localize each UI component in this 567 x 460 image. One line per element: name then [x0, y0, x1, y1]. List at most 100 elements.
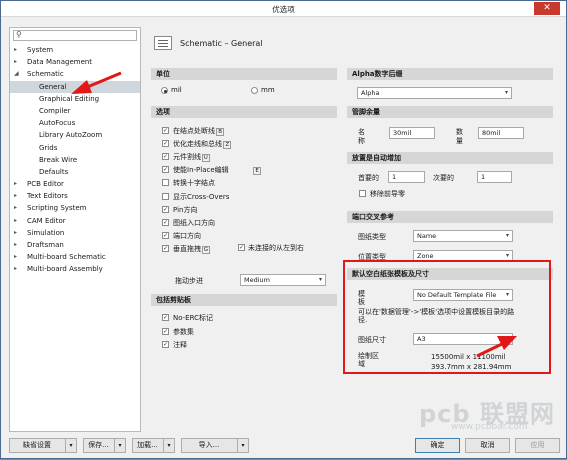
option-checkbox[interactable]	[162, 179, 169, 187]
tree-item-label: System	[27, 46, 54, 54]
tree-item-draftsman[interactable]: ▸ Draftsman	[10, 239, 140, 251]
close-icon[interactable]: ✕	[534, 2, 560, 15]
option-label: 使能In-Place编辑	[173, 166, 229, 175]
tree-item-label: Multi-board Schematic	[27, 253, 106, 262]
tree-item-label: Defaults	[39, 167, 69, 176]
tree-item-break-wire[interactable]: Break Wire	[10, 154, 140, 166]
expand-icon[interactable]: ▸	[14, 190, 17, 202]
chevron-down-icon[interactable]: ▾	[163, 439, 174, 452]
unconnected-left-to-right-checkbox[interactable]: ✓	[238, 244, 245, 251]
tree-item-label: Data Management	[27, 58, 93, 67]
unit-mm-radio[interactable]	[251, 87, 258, 94]
expand-icon[interactable]: ▸	[14, 227, 17, 239]
pin-number-margin-field[interactable]: 80mil	[478, 127, 524, 139]
tree-item-text-editors[interactable]: ▸ Text Editors	[10, 190, 140, 202]
option-checkbox[interactable]: ✓	[162, 218, 169, 226]
option-checkbox[interactable]	[162, 192, 169, 200]
sheet-type-label: 图纸类型	[358, 233, 386, 241]
expand-icon[interactable]: ▸	[14, 251, 17, 263]
tree-item-scripting-system[interactable]: ▸ Scripting System	[10, 202, 140, 214]
clipboard-label: No-ERC标记	[173, 314, 214, 322]
expand-icon[interactable]: ▸	[14, 239, 17, 251]
tree-item-graphical-editing[interactable]: Graphical Editing	[10, 93, 140, 105]
tree-item-label: Graphical Editing	[39, 94, 100, 103]
option-checkbox[interactable]: ✓	[162, 231, 169, 239]
expand-icon[interactable]: ▸	[14, 44, 17, 56]
pin-name-label: 名称	[358, 128, 365, 145]
drag-step-label: 拖动步进	[175, 277, 203, 285]
chevron-down-icon[interactable]: ▾	[65, 439, 76, 452]
expand-icon[interactable]: ▸	[14, 215, 17, 227]
primary-increment-field[interactable]: 1	[388, 171, 425, 183]
remove-leading-zeros-checkbox[interactable]	[359, 190, 366, 197]
option-checkbox[interactable]: ✓	[162, 166, 169, 174]
tree-item-multi-board-schematic[interactable]: ▸ Multi-board Schematic	[10, 251, 140, 263]
option-label: 转换十字结点	[173, 179, 215, 188]
clipboard-checkbox[interactable]: ✓	[162, 341, 169, 348]
search-input[interactable]: ⚲	[13, 30, 137, 41]
location-type-value: Zone	[417, 252, 434, 260]
unit-mm-label: mm	[261, 86, 275, 94]
category-tree-panel: ⚲ ▸ System ▸ Data Management ◢ Schematic Gener…	[9, 27, 141, 432]
pin-name-margin-field[interactable]: 30mil	[389, 127, 435, 139]
option-checkbox[interactable]: ✓	[162, 140, 169, 148]
option-label: Pin方向	[173, 205, 198, 214]
tree-item-compiler[interactable]: Compiler	[10, 105, 140, 117]
load-button[interactable]: 加载... ▾	[132, 438, 175, 453]
chevron-down-icon[interactable]: ▾	[237, 439, 248, 452]
drag-step-select[interactable]: Medium ▾	[240, 274, 326, 286]
option-checkbox[interactable]: ✓	[162, 244, 169, 252]
clipboard-checkbox[interactable]: ✓	[162, 314, 169, 321]
tree-item-pcb-editor[interactable]: ▸ PCB Editor	[10, 178, 140, 190]
tree-item-grids[interactable]: Grids	[10, 142, 140, 154]
expand-icon[interactable]: ▸	[14, 56, 17, 68]
option-hotkey: G	[201, 245, 211, 254]
option-checkbox[interactable]: ✓	[162, 205, 169, 213]
tree-item-general[interactable]: General	[10, 80, 140, 93]
option-label: 优化走线和总线	[173, 140, 222, 149]
cancel-button[interactable]: 取消	[465, 438, 510, 453]
clipboard-label: 参数集	[173, 327, 194, 336]
clipboard-label: 注释	[173, 341, 187, 349]
option-checkbox[interactable]: ✓	[162, 153, 169, 161]
secondary-increment-field[interactable]: 1	[477, 171, 512, 183]
tree-item-cam-editor[interactable]: ▸ CAM Editor	[10, 215, 140, 227]
units-section-header: 单位	[151, 68, 337, 80]
option-hotkey: B	[216, 128, 224, 136]
default-settings-button[interactable]: 缺省设置 ▾	[9, 438, 77, 453]
unit-mil-radio[interactable]	[161, 87, 168, 94]
option-label: 垂直拖拽	[173, 244, 201, 253]
expand-icon[interactable]: ▸	[14, 178, 17, 190]
alpha-section-header: Alpha数字后缀	[347, 68, 553, 80]
tree-item-library-autozoom[interactable]: Library AutoZoom	[10, 129, 140, 141]
expand-icon[interactable]: ▸	[14, 202, 17, 214]
option-label: 端口方向	[173, 231, 201, 240]
clipboard-checkbox[interactable]: ✓	[162, 327, 169, 335]
tree-item-defaults[interactable]: Defaults	[10, 166, 140, 178]
tree-item-system[interactable]: ▸ System	[10, 44, 140, 56]
tree-item-autofocus[interactable]: AutoFocus	[10, 117, 140, 129]
tree-item-label: Library AutoZoom	[39, 131, 103, 140]
save-button[interactable]: 保存... ▾	[83, 438, 126, 453]
tree-item-simulation[interactable]: ▸ Simulation	[10, 227, 140, 239]
secondary-increment-label: 次要的	[433, 174, 454, 182]
chevron-down-icon: ▾	[505, 232, 509, 239]
alpha-suffix-select[interactable]: Alpha ▾	[357, 87, 512, 99]
tree-item-label: Scripting System	[27, 204, 87, 213]
tree-item-multi-board-assembly[interactable]: ▸ Multi-board Assembly	[10, 263, 140, 275]
sheet-type-select[interactable]: Name ▾	[413, 230, 513, 242]
expand-icon[interactable]: ▸	[14, 263, 17, 275]
pin-number-label: 数量	[456, 128, 463, 145]
import-button[interactable]: 导入... ▾	[181, 438, 249, 453]
collapse-icon[interactable]: ◢	[14, 68, 19, 80]
ok-button[interactable]: 确定	[415, 438, 460, 453]
chevron-down-icon: ▾	[318, 276, 322, 283]
preferences-window: 优选项 ✕ ⚲ ▸ System ▸ Data Management ◢ Schemati…	[0, 0, 567, 459]
apply-button[interactable]: 应用	[515, 438, 560, 453]
tree-item-schematic[interactable]: ◢ Schematic	[10, 68, 140, 80]
tree-item-label: Grids	[39, 143, 58, 152]
chevron-down-icon[interactable]: ▾	[114, 439, 125, 452]
option-checkbox[interactable]: ✓	[162, 127, 169, 134]
tree-item-data-management[interactable]: ▸ Data Management	[10, 56, 140, 68]
highlight-box	[343, 260, 551, 374]
